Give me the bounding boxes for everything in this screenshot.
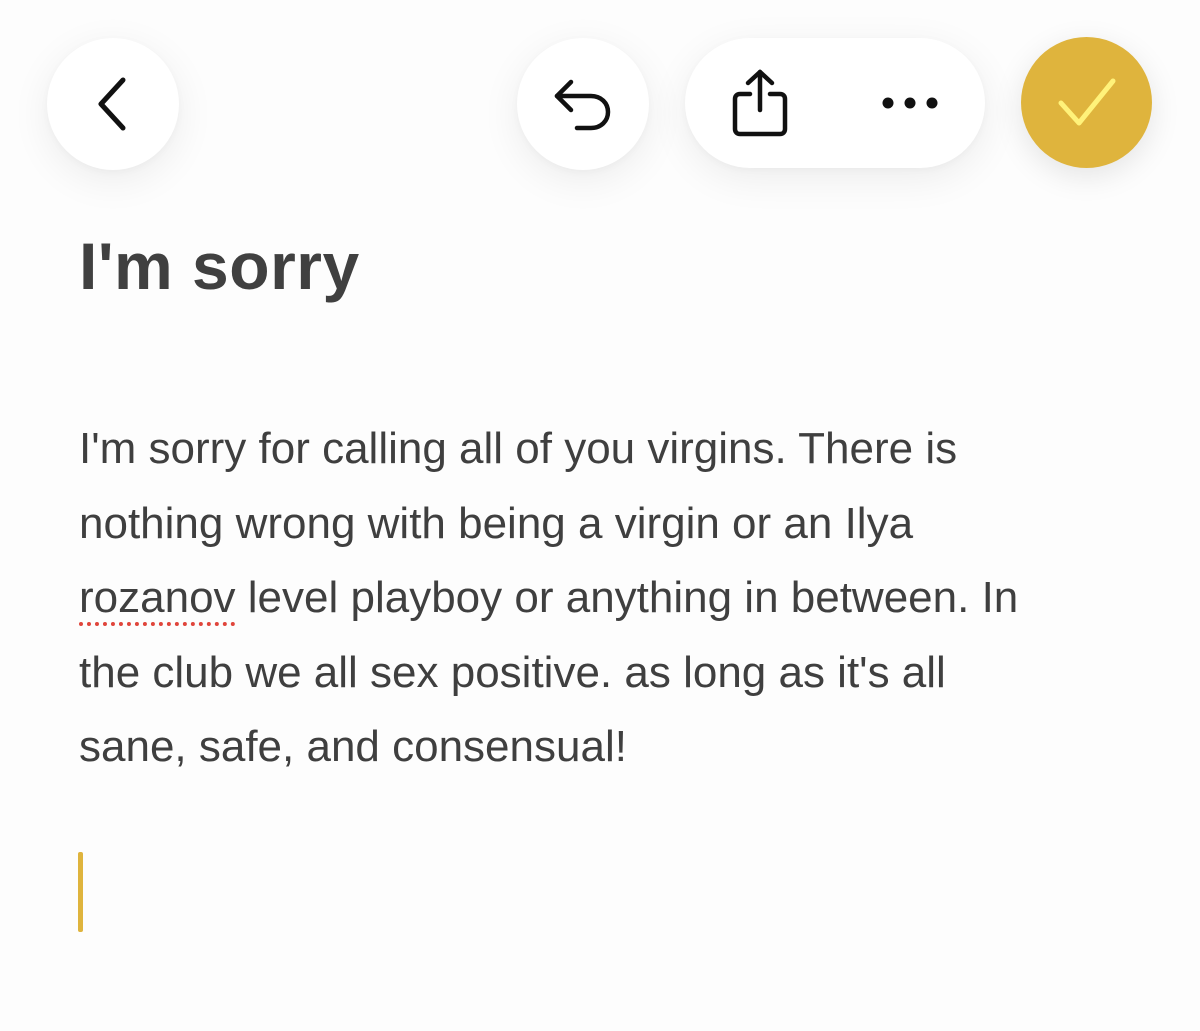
- text-cursor: [78, 852, 83, 932]
- toolbar: [0, 0, 1200, 200]
- back-button[interactable]: [47, 38, 179, 170]
- note-title[interactable]: I'm sorry: [79, 228, 360, 304]
- more-button[interactable]: [875, 68, 945, 138]
- undo-icon: [554, 79, 611, 131]
- undo-button[interactable]: [517, 38, 649, 170]
- misspelled-word[interactable]: rozanov: [79, 573, 236, 622]
- share-more-group: [685, 38, 985, 168]
- chevron-left-icon: [98, 77, 126, 131]
- share-icon: [732, 69, 788, 137]
- body-text-part1: I'm sorry for calling all of you virgins…: [79, 424, 958, 548]
- more-icon: [882, 97, 938, 109]
- checkmark-icon: [1058, 78, 1115, 125]
- note-body[interactable]: I'm sorry for calling all of you virgins…: [79, 412, 1169, 785]
- share-button[interactable]: [725, 68, 795, 138]
- done-button[interactable]: [1021, 37, 1152, 168]
- note-editor: I'm sorry I'm sorry for calling all of y…: [0, 0, 1200, 1031]
